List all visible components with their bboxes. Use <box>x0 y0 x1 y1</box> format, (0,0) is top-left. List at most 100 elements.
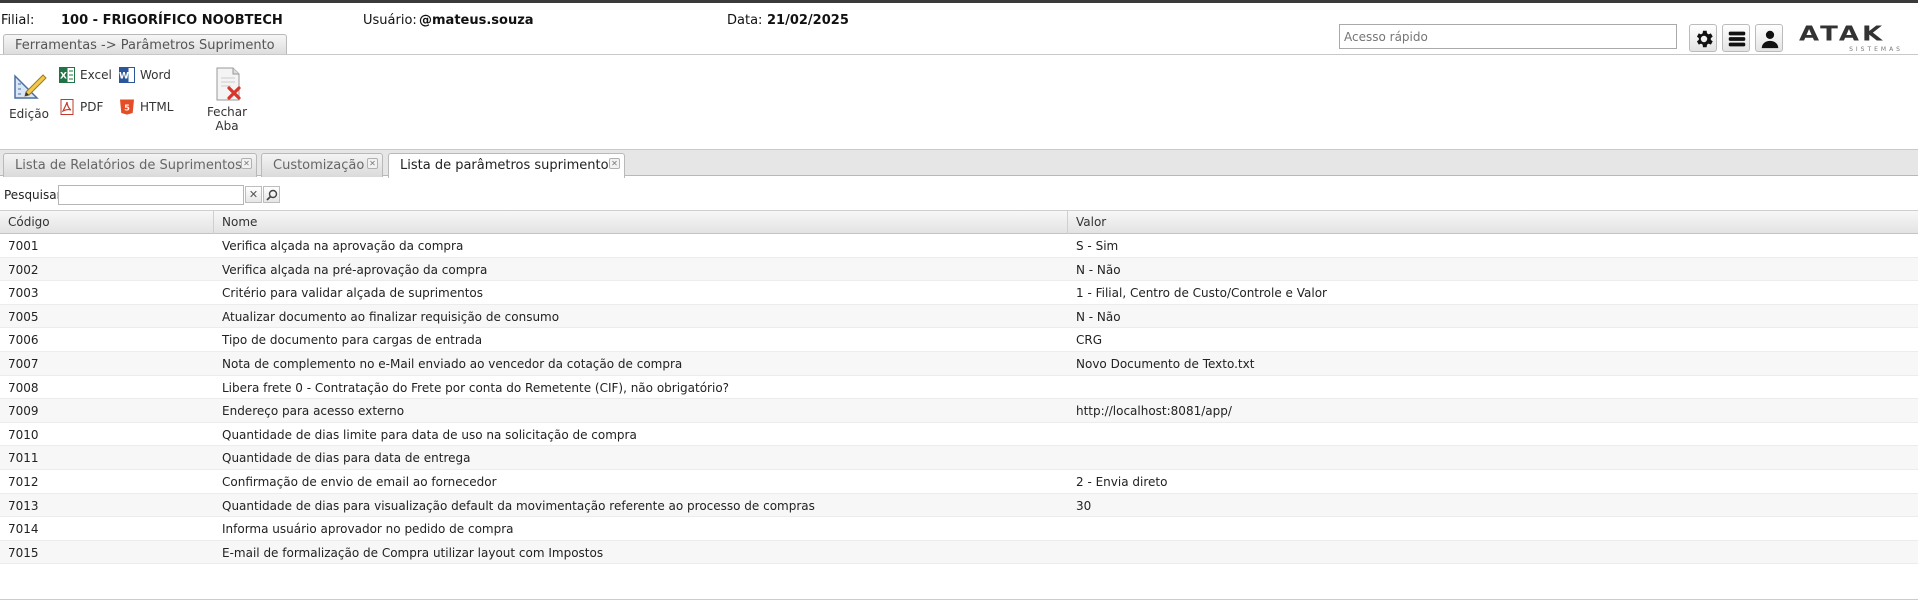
cell-nome: Critério para validar alçada de suprimen… <box>222 286 484 301</box>
tab-customizacao[interactable]: Customização ✕ <box>261 153 383 177</box>
cell-codigo: 7006 <box>8 333 39 348</box>
cell-nome: Nota de complemento no e-Mail enviado ao… <box>222 356 683 371</box>
export-pdf-button[interactable]: PDF <box>59 99 103 115</box>
cell-nome: E-mail de formalização de Compra utiliza… <box>222 545 604 560</box>
toolbar: Edição X Excel W Word PDF 5 HTML Fechar … <box>0 56 1918 148</box>
table-row[interactable]: 7003 Critério para validar alçada de supr… <box>0 281 1918 305</box>
word-icon: W <box>119 67 135 83</box>
breadcrumb[interactable]: Ferramentas -> Parâmetros Suprimento <box>3 34 287 55</box>
search-label: Pesquisar <box>4 188 62 202</box>
close-icon[interactable]: ✕ <box>367 158 378 169</box>
cell-valor: S - Sim <box>1076 239 1119 253</box>
settings-button[interactable] <box>1689 24 1717 52</box>
table-row[interactable]: 7012 Confirmação de envio de email ao for… <box>0 470 1918 494</box>
filial-label: Filial: <box>1 13 35 28</box>
edicao-label: Edição <box>9 107 49 121</box>
table-header: Código Nome Valor <box>0 210 1918 234</box>
table-row[interactable]: 7007 Nota de complemento no e-Mail enviad… <box>0 351 1918 376</box>
cell-nome: Libera frete 0 - Contratação do Frete po… <box>222 380 730 395</box>
search-input[interactable] <box>58 185 244 205</box>
tab-label: Lista de Relatórios de Suprimentos <box>15 158 242 173</box>
tab-lista-parametros-suprimento[interactable]: Lista de parâmetros suprimento ✕ <box>388 153 625 178</box>
cell-valor <box>1068 423 1918 428</box>
table-row[interactable]: 7006 Tipo de documento para cargas de ent… <box>0 328 1918 352</box>
user-icon <box>1761 30 1779 49</box>
cell-nome: Quantidade de dias para visualização def… <box>222 498 815 513</box>
cell-valor: CRG <box>1076 333 1103 348</box>
cell-codigo: 7001 <box>8 239 39 253</box>
table-row[interactable]: 7009 Endereço para acesso externo http://l… <box>0 399 1918 423</box>
table-row[interactable]: 7015 E-mail de formalização de Compra uti… <box>0 540 1918 565</box>
cell-nome: Confirmação de envio de email ao fornece… <box>222 474 497 489</box>
cell-nome: Atualizar documento ao finalizar requisi… <box>222 309 560 324</box>
table-row[interactable]: 7014 Informa usuário aprovador no pedido … <box>0 517 1918 541</box>
header-codigo[interactable]: Código <box>0 211 214 234</box>
usuario-label: Usuário: <box>363 13 417 28</box>
cell-codigo: 7014 <box>8 522 39 537</box>
header-nome[interactable]: Nome <box>214 211 1068 234</box>
pdf-icon <box>60 99 74 115</box>
search-button[interactable] <box>263 186 280 203</box>
table-row[interactable]: 7008 Libera frete 0 - Contratação do Fret… <box>0 376 1918 400</box>
data-value: 21/02/2025 <box>767 13 849 28</box>
pdf-label: PDF <box>80 100 104 114</box>
export-word-button[interactable]: W Word <box>119 67 171 83</box>
cell-valor <box>1068 376 1918 381</box>
clear-search-button[interactable]: ✕ <box>245 186 262 203</box>
edit-ruler-icon <box>14 74 47 99</box>
gear-icon <box>1696 30 1713 48</box>
export-html-button[interactable]: 5 HTML <box>119 99 173 115</box>
cell-codigo: 7007 <box>8 356 39 371</box>
cell-codigo: 7005 <box>8 309 39 324</box>
close-icon[interactable]: ✕ <box>609 158 620 169</box>
table-row[interactable]: 7013 Quantidade de dias para visualização… <box>0 493 1918 518</box>
html5-icon: 5 <box>120 99 134 115</box>
table-row[interactable]: 7002 Verifica alçada na pré-aprovação da … <box>0 257 1918 282</box>
cell-nome: Verifica alçada na aprovação da compra <box>222 239 464 253</box>
cell-valor: N - Não <box>1076 309 1121 324</box>
cell-codigo: 7008 <box>8 380 39 395</box>
edicao-button[interactable]: Edição <box>9 70 50 121</box>
cell-codigo: 7002 <box>8 262 39 277</box>
export-excel-button[interactable]: X Excel <box>59 67 112 83</box>
svg-text:X: X <box>60 72 67 82</box>
close-icon[interactable]: ✕ <box>241 158 252 169</box>
user-button[interactable] <box>1755 24 1783 52</box>
fechar-aba-label: Fechar Aba <box>206 105 248 133</box>
table-row[interactable]: 7010 Quantidade de dias limite para data … <box>0 423 1918 447</box>
logo-text: ATAK <box>1799 22 1886 46</box>
tab-label: Lista de parâmetros suprimento <box>400 158 609 173</box>
filial-value: 100 - FRIGORÍFICO NOOBTECH <box>61 13 283 28</box>
close-document-icon <box>216 67 241 101</box>
menu-button[interactable] <box>1722 24 1750 52</box>
cell-valor: Novo Documento de Texto.txt <box>1076 356 1255 371</box>
menu-icon <box>1728 31 1746 47</box>
header: Filial: 100 - FRIGORÍFICO NOOBTECH Usuár… <box>0 3 1918 55</box>
svg-text:5: 5 <box>124 104 130 113</box>
table-row[interactable]: 7001 Verifica alçada na aprovação da comp… <box>0 234 1918 258</box>
tab-lista-relatorios-suprimentos[interactable]: Lista de Relatórios de Suprimentos ✕ <box>3 153 257 177</box>
parameters-table: Código Nome Valor 7001 Verifica alçada na… <box>0 210 1918 565</box>
cell-codigo: 7011 <box>8 451 39 466</box>
cell-codigo: 7012 <box>8 474 39 489</box>
usuario-value: @mateus.souza <box>419 13 534 28</box>
header-valor[interactable]: Valor <box>1068 211 1918 234</box>
svg-text:W: W <box>119 72 129 82</box>
cell-valor: http://localhost:8081/app/ <box>1076 404 1232 419</box>
table-body: 7001 Verifica alçada na aprovação da comp… <box>0 234 1918 565</box>
cell-codigo: 7003 <box>8 286 39 301</box>
close-tab-button[interactable]: Fechar Aba <box>195 66 259 133</box>
table-row[interactable]: 7011 Quantidade de dias para data de entr… <box>0 446 1918 470</box>
cell-codigo: 7009 <box>8 404 39 419</box>
quick-access-input[interactable] <box>1339 24 1677 49</box>
table-row[interactable]: 7005 Atualizar documento ao finalizar req… <box>0 304 1918 329</box>
tab-bar: Lista de Relatórios de Suprimentos ✕ Cus… <box>0 149 1918 178</box>
cell-valor: N - Não <box>1076 262 1121 277</box>
cell-codigo: 7013 <box>8 498 39 513</box>
cell-nome: Verifica alçada na pré-aprovação da comp… <box>222 262 488 277</box>
atak-logo: ATAK SISTEMAS <box>1799 22 1907 53</box>
html-label: HTML <box>140 100 174 114</box>
cell-valor: 30 <box>1076 498 1092 513</box>
cell-valor <box>1068 541 1918 546</box>
cell-nome: Quantidade de dias para data de entrega <box>222 451 471 466</box>
